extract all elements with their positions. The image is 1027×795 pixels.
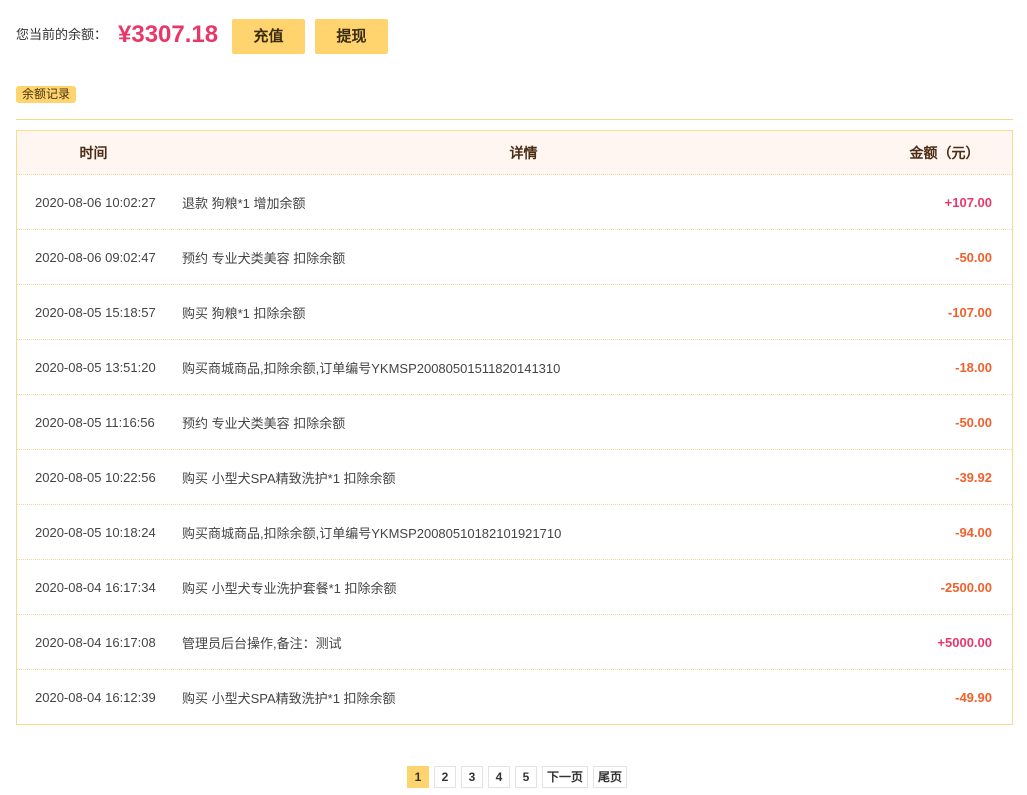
table-row: 2020-08-04 16:12:39 购买 小型犬SPA精致洗护*1 扣除余额 -… [17, 669, 1012, 724]
table-row: 2020-08-04 16:17:08 管理员后台操作,备注：测试 +5000.00 [17, 614, 1012, 669]
row-detail: 购买 狗粮*1 扣除余额 [182, 305, 306, 321]
row-amount: -18.00 [955, 359, 992, 375]
row-time: 2020-08-05 15:18:57 [35, 304, 156, 320]
table-row: 2020-08-04 16:17:34 购买 小型犬专业洗护套餐*1 扣除余额 -2… [17, 559, 1012, 614]
row-time: 2020-08-05 11:16:56 [35, 414, 155, 430]
row-detail: 购买商城商品,扣除余额,订单编号YKMSP2008050151182014131… [182, 360, 561, 376]
row-detail: 管理员后台操作,备注：测试 [182, 635, 342, 651]
balance-table-body: 2020-08-06 10:02:27 退款 狗粮*1 增加余额 +107.00 20… [17, 174, 1012, 724]
last-page-button[interactable]: 尾页 [593, 766, 628, 788]
withdraw-button[interactable]: 提现 [315, 19, 388, 54]
row-amount: -107.00 [947, 304, 992, 320]
table-row: 2020-08-05 11:16:56 预约 专业犬类美容 扣除余额 -50.00 [17, 394, 1012, 449]
row-amount: -39.92 [955, 469, 992, 485]
divider [16, 119, 1013, 120]
row-detail: 退款 狗粮*1 增加余额 [182, 195, 306, 211]
row-detail: 购买商城商品,扣除余额,订单编号YKMSP2008051018210192171… [182, 525, 562, 541]
row-detail: 购买 小型犬SPA精致洗护*1 扣除余额 [182, 690, 396, 706]
row-detail: 购买 小型犬SPA精致洗护*1 扣除余额 [182, 470, 396, 486]
tab-balance-records[interactable]: 余额记录 [16, 86, 77, 103]
row-detail: 预约 专业犬类美容 扣除余额 [182, 250, 346, 266]
row-time: 2020-08-05 10:18:24 [35, 524, 156, 540]
pagination: 1 2 3 4 5 下一页 尾页 [407, 766, 628, 788]
table-row: 2020-08-06 09:02:47 预约 专业犬类美容 扣除余额 -50.00 [17, 229, 1012, 284]
table-row: 2020-08-05 10:18:24 购买商城商品,扣除余额,订单编号YKMSP… [17, 504, 1012, 559]
header-time: 时间 [79, 144, 108, 161]
row-amount: -2500.00 [940, 579, 992, 595]
page-1-button[interactable]: 1 [407, 766, 429, 788]
recharge-button[interactable]: 充值 [232, 19, 305, 54]
table-row: 2020-08-05 10:22:56 购买 小型犬SPA精致洗护*1 扣除余额 -… [17, 449, 1012, 504]
row-time: 2020-08-06 10:02:27 [35, 194, 156, 210]
row-amount: -50.00 [955, 249, 992, 265]
balance-amount: ¥3307.18 [118, 21, 219, 48]
row-amount: -50.00 [955, 414, 992, 430]
header-detail: 详情 [509, 144, 538, 161]
row-time: 2020-08-04 16:17:08 [35, 634, 156, 650]
table-row: 2020-08-06 10:02:27 退款 狗粮*1 增加余额 +107.00 [17, 174, 1012, 229]
page-4-button[interactable]: 4 [488, 766, 510, 788]
page-2-button[interactable]: 2 [434, 766, 456, 788]
row-detail: 预约 专业犬类美容 扣除余额 [182, 415, 346, 431]
row-amount: +107.00 [944, 194, 992, 210]
row-time: 2020-08-04 16:17:34 [35, 579, 156, 595]
row-time: 2020-08-04 16:12:39 [35, 689, 156, 705]
page-3-button[interactable]: 3 [461, 766, 483, 788]
table-row: 2020-08-05 13:51:20 购买商城商品,扣除余额,订单编号YKMSP… [17, 339, 1012, 394]
page-5-button[interactable]: 5 [515, 766, 537, 788]
row-detail: 购买 小型犬专业洗护套餐*1 扣除余额 [182, 580, 397, 596]
row-amount: -94.00 [955, 524, 992, 540]
header-amount: 金额（元） [909, 144, 980, 161]
row-amount: -49.90 [955, 689, 992, 705]
table-row: 2020-08-05 15:18:57 购买 狗粮*1 扣除余额 -107.00 [17, 284, 1012, 339]
balance-label: 您当前的余额： [16, 27, 108, 42]
table-header: 时间 详情 金额（元） [17, 131, 1012, 174]
row-time: 2020-08-05 10:22:56 [35, 469, 156, 485]
next-page-button[interactable]: 下一页 [542, 766, 589, 788]
row-time: 2020-08-05 13:51:20 [35, 359, 156, 375]
row-time: 2020-08-06 09:02:47 [35, 249, 156, 265]
balance-records-table: 时间 详情 金额（元） 2020-08-06 10:02:27 退款 狗粮*1 增… [16, 130, 1013, 725]
row-amount: +5000.00 [937, 634, 992, 650]
